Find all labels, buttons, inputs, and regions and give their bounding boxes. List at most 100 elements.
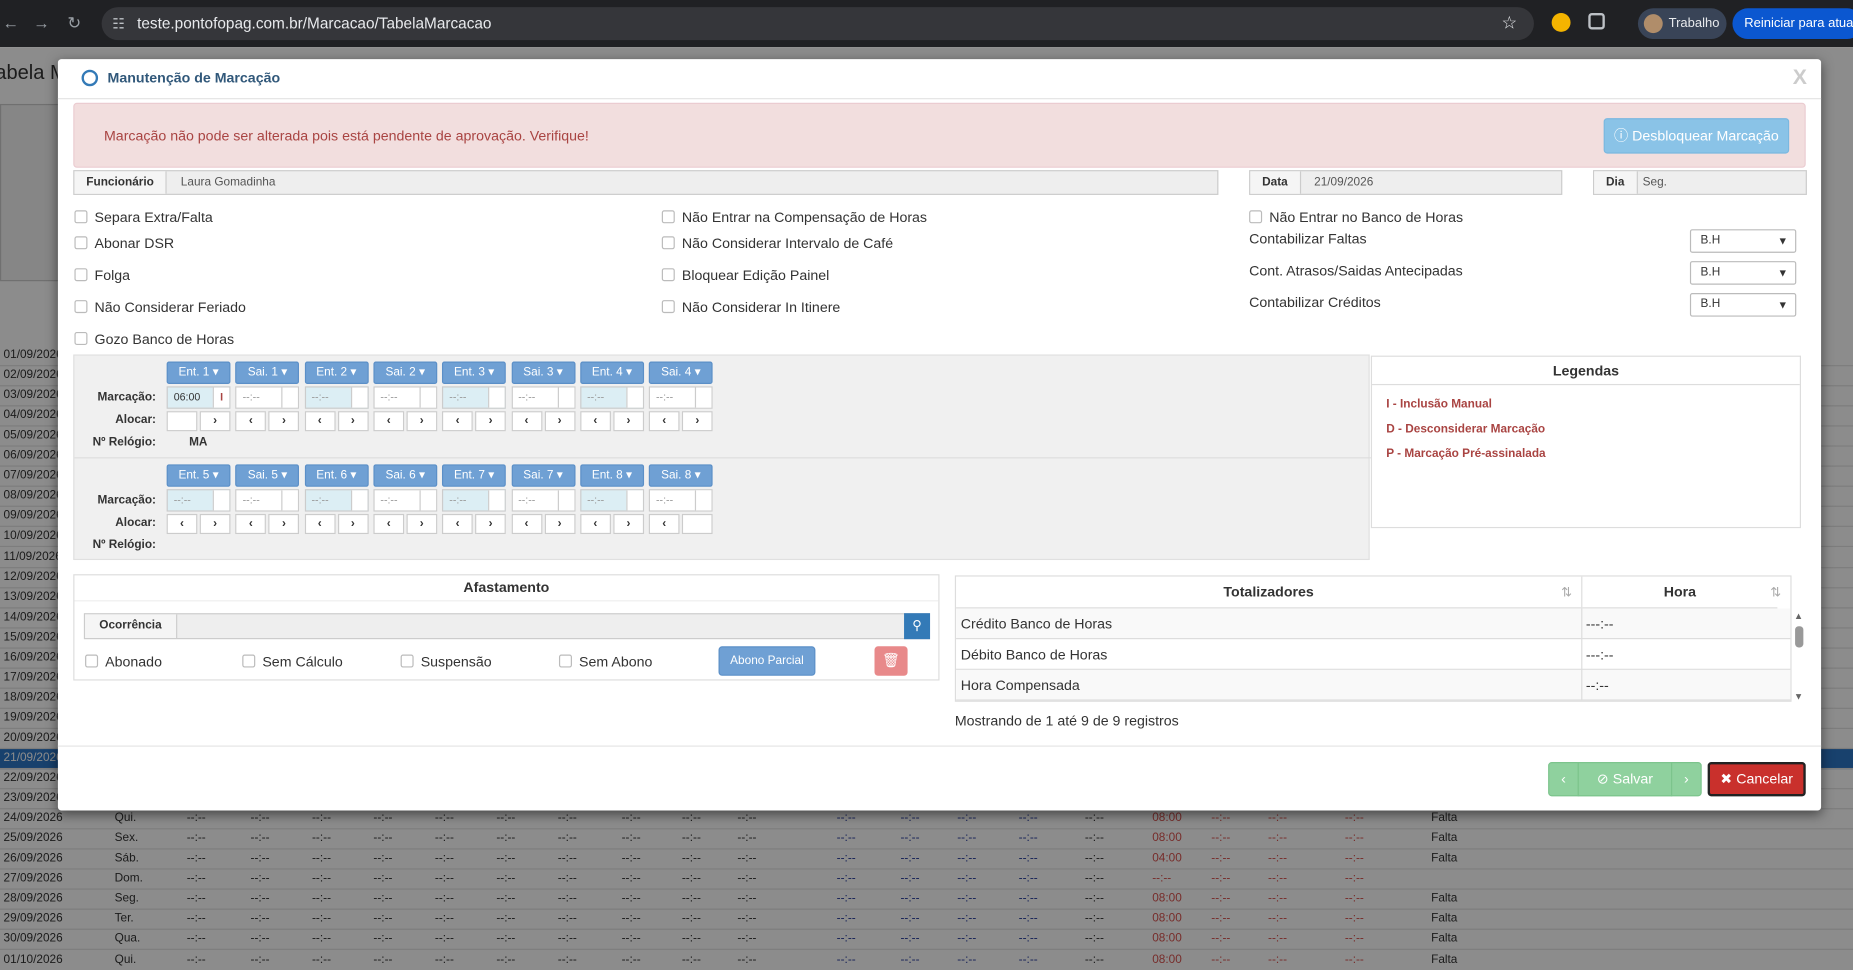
time-input[interactable]: --:-- xyxy=(648,489,713,512)
entry-header-button[interactable]: Ent. 4 ▾ xyxy=(580,361,644,384)
arrow-left-icon[interactable]: ‹ xyxy=(580,411,611,432)
extension-icon[interactable] xyxy=(1551,12,1571,32)
arrow-right-icon[interactable]: › xyxy=(199,411,231,432)
totalizadores-header[interactable]: Totalizadores xyxy=(956,577,1582,609)
option-checkbox[interactable]: Não Considerar In Itinere xyxy=(661,299,840,315)
arrow-right-icon[interactable]: › xyxy=(268,513,300,535)
sem-calculo-checkbox[interactable]: Sem Cálculo xyxy=(242,653,343,670)
arrow-right-icon[interactable]: › xyxy=(406,513,438,535)
search-icon[interactable]: ⚲ xyxy=(904,613,931,640)
arrow-right-icon[interactable]: › xyxy=(337,513,369,535)
arrow-left-icon[interactable]: ‹ xyxy=(235,411,267,432)
abonado-checkbox[interactable]: Abonado xyxy=(85,653,162,670)
option-checkbox[interactable]: Não Entrar na Compensação de Horas xyxy=(661,209,927,226)
save-button[interactable]: ⊘ Salvar xyxy=(1577,762,1673,797)
arrow-left-icon[interactable]: ‹ xyxy=(304,513,336,535)
sort-icon[interactable]: ⇅ xyxy=(1770,585,1781,600)
option-checkbox[interactable]: Não Considerar Intervalo de Café xyxy=(661,235,893,252)
entry-header-button[interactable]: Sai. 4 ▾ xyxy=(648,361,713,384)
entry-header-button[interactable]: Sai. 3 ▾ xyxy=(511,361,575,384)
option-checkbox[interactable]: Separa Extra/Falta xyxy=(74,209,213,226)
arrow-right-icon[interactable] xyxy=(681,513,713,535)
arrow-right-icon[interactable]: › xyxy=(613,411,644,432)
arrow-left-icon[interactable]: ‹ xyxy=(442,513,473,535)
site-settings-icon[interactable]: ☷ xyxy=(112,7,125,40)
option-checkbox[interactable]: Folga xyxy=(74,267,130,284)
profile-chip[interactable]: Trabalho xyxy=(1637,8,1727,39)
entry-header-button[interactable]: Sai. 1 ▾ xyxy=(235,361,300,384)
entry-header-button[interactable]: Ent. 2 ▾ xyxy=(304,361,369,384)
nao-entrar-banco-checkbox[interactable]: Não Entrar no Banco de Horas xyxy=(1249,209,1463,226)
scroll-down-icon[interactable]: ▼ xyxy=(1794,691,1803,702)
previous-day-button[interactable]: ‹ xyxy=(1548,762,1579,797)
reload-icon[interactable]: ↻ xyxy=(67,13,81,33)
totalizadores-scrollbar[interactable]: ▲ ▼ xyxy=(1792,611,1806,702)
contabilizar-select[interactable]: B.H ▼ xyxy=(1689,261,1797,285)
bookmark-star-icon[interactable]: ☆ xyxy=(1501,7,1517,40)
entry-header-button[interactable]: Sai. 6 ▾ xyxy=(373,464,438,487)
time-input[interactable]: --:-- xyxy=(373,489,438,512)
arrow-right-icon[interactable]: › xyxy=(475,513,507,535)
time-input[interactable]: --:-- xyxy=(235,489,300,512)
time-input[interactable]: 06:00 I xyxy=(166,386,231,409)
arrow-right-icon[interactable]: › xyxy=(475,411,507,432)
time-input[interactable]: --:-- xyxy=(304,489,369,512)
option-checkbox[interactable]: Não Considerar Feriado xyxy=(74,299,246,315)
arrow-left-icon[interactable]: ‹ xyxy=(373,411,405,432)
arrow-right-icon[interactable]: › xyxy=(613,513,644,535)
arrow-right-icon[interactable]: › xyxy=(544,513,575,535)
time-input[interactable]: --:-- xyxy=(442,386,507,409)
entry-header-button[interactable]: Ent. 6 ▾ xyxy=(304,464,369,487)
arrow-left-icon[interactable]: ‹ xyxy=(511,411,542,432)
arrow-left-icon[interactable]: ‹ xyxy=(648,513,680,535)
time-input[interactable]: --:-- xyxy=(304,386,369,409)
scroll-up-icon[interactable]: ▲ xyxy=(1794,611,1803,622)
arrow-left-icon[interactable]: ‹ xyxy=(304,411,336,432)
arrow-left-icon[interactable]: ‹ xyxy=(580,513,611,535)
time-input[interactable]: --:-- xyxy=(511,386,575,409)
contabilizar-select[interactable]: B.H ▼ xyxy=(1689,293,1797,317)
time-input[interactable]: --:-- xyxy=(442,489,507,512)
time-input[interactable]: --:-- xyxy=(166,489,231,512)
arrow-left-icon[interactable] xyxy=(166,411,198,432)
option-checkbox[interactable]: Bloquear Edição Painel xyxy=(661,267,829,284)
arrow-left-icon[interactable]: ‹ xyxy=(648,411,680,432)
option-checkbox[interactable]: Gozo Banco de Horas xyxy=(74,331,234,347)
arrow-right-icon[interactable]: › xyxy=(406,411,438,432)
time-input[interactable]: --:-- xyxy=(580,386,644,409)
arrow-right-icon[interactable]: › xyxy=(681,411,713,432)
cancel-button[interactable]: ✖ Cancelar xyxy=(1707,762,1806,797)
unlock-button[interactable]: ⓘ Desbloquear Marcação xyxy=(1603,118,1790,154)
arrow-left-icon[interactable]: ‹ xyxy=(166,513,198,535)
option-checkbox[interactable]: Abonar DSR xyxy=(74,235,174,252)
entry-header-button[interactable]: Sai. 7 ▾ xyxy=(511,464,575,487)
arrow-left-icon[interactable]: ‹ xyxy=(373,513,405,535)
trash-icon[interactable]: 🗑 xyxy=(874,646,908,676)
entry-header-button[interactable]: Ent. 5 ▾ xyxy=(166,464,231,487)
arrow-left-icon[interactable]: ‹ xyxy=(235,513,267,535)
next-day-button[interactable]: › xyxy=(1671,762,1702,797)
time-input[interactable]: --:-- xyxy=(511,489,575,512)
time-input[interactable]: --:-- xyxy=(235,386,300,409)
arrow-right-icon[interactable]: › xyxy=(544,411,575,432)
scroll-thumb[interactable] xyxy=(1795,626,1804,648)
ocorrencia-field[interactable]: Ocorrência ⚲ xyxy=(83,613,931,640)
back-icon[interactable]: ← xyxy=(2,13,19,32)
address-bar[interactable]: ☷ teste.pontofopag.com.br/Marcacao/Tabel… xyxy=(101,7,1534,41)
forward-icon[interactable]: → xyxy=(33,13,50,32)
arrow-right-icon[interactable]: › xyxy=(268,411,300,432)
time-input[interactable]: --:-- xyxy=(648,386,713,409)
entry-header-button[interactable]: Ent. 3 ▾ xyxy=(442,361,507,384)
sort-icon[interactable]: ⇅ xyxy=(1561,585,1572,600)
abono-parcial-button[interactable]: Abono Parcial xyxy=(718,646,816,676)
entry-header-button[interactable]: Ent. 1 ▾ xyxy=(166,361,231,384)
entry-header-button[interactable]: Sai. 8 ▾ xyxy=(648,464,713,487)
extensions-puzzle-icon[interactable] xyxy=(1588,12,1605,30)
suspensao-checkbox[interactable]: Suspensão xyxy=(400,653,492,670)
arrow-left-icon[interactable]: ‹ xyxy=(442,411,473,432)
hora-header[interactable]: Hora xyxy=(1582,577,1778,609)
entry-header-button[interactable]: Sai. 2 ▾ xyxy=(373,361,438,384)
time-input[interactable]: --:-- xyxy=(580,489,644,512)
entry-header-button[interactable]: Ent. 8 ▾ xyxy=(580,464,644,487)
arrow-right-icon[interactable]: › xyxy=(199,513,231,535)
